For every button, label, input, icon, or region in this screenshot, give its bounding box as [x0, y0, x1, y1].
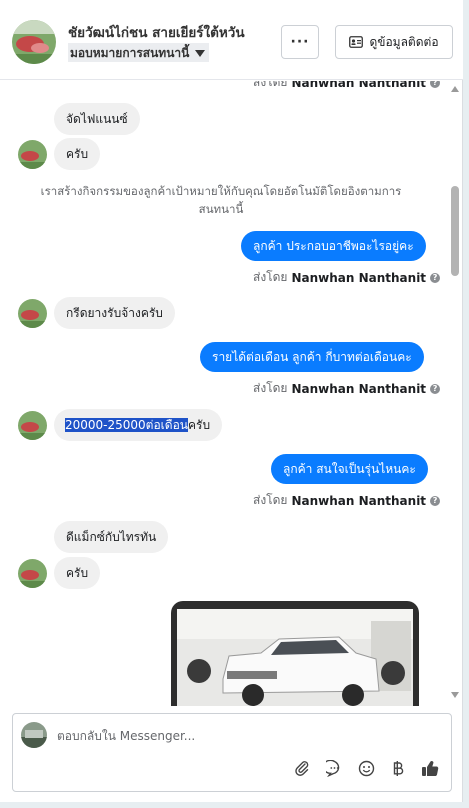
chat-bubble-icon[interactable]	[325, 759, 343, 777]
view-contact-label: ดูข้อมูลติดต่อ	[369, 34, 439, 49]
contact-name: ชัยวัฒน์ไก่ชน สายเยียร์ใต้หวัน	[68, 25, 245, 41]
scroll-up-arrow[interactable]	[451, 86, 459, 92]
message-list[interactable]: ส่งโดย Nanwhan Nanthanit ? จัดไฟแนนซ์ คร…	[0, 81, 450, 706]
outgoing-photo-message[interactable]	[171, 601, 419, 706]
sender-avatar	[18, 559, 47, 588]
reply-input[interactable]	[57, 726, 437, 746]
sent-by-label: ส่งโดย Nanwhan Nanthanit ?	[253, 379, 441, 398]
conversation-header: ชัยวัฒน์ไก่ชน สายเยียร์ใต้หวัน มอบหมายกา…	[0, 0, 463, 80]
system-message: เราสร้างกิจกรรมของลูกค้าเป้าหมายให้กับคุ…	[40, 184, 402, 216]
info-icon[interactable]: ?	[430, 272, 441, 283]
paperclip-icon[interactable]	[293, 759, 311, 777]
sender-avatar	[18, 411, 47, 440]
contact-card-icon	[349, 36, 364, 48]
info-icon[interactable]: ?	[430, 495, 441, 506]
outgoing-message[interactable]: ลูกค้า ประกอบอาชีพอะไรอยู่คะ	[241, 231, 426, 261]
view-contact-button[interactable]: ดูข้อมูลติดต่อ	[335, 25, 453, 59]
sent-by-label: ส่งโดย Nanwhan Nanthanit ?	[253, 491, 441, 510]
incoming-message[interactable]: จัดไฟแนนซ์	[54, 103, 140, 135]
contact-avatar[interactable]	[12, 20, 56, 64]
incoming-message[interactable]: ครับ	[54, 557, 101, 589]
emoji-icon[interactable]	[357, 759, 375, 777]
thumbs-up-icon[interactable]	[421, 759, 439, 777]
info-icon[interactable]: ?	[430, 81, 441, 88]
scroll-down-arrow[interactable]	[451, 692, 459, 698]
more-icon: ···	[290, 34, 310, 50]
info-icon[interactable]: ?	[430, 383, 441, 394]
outgoing-message[interactable]: ลูกค้า สนใจเป็นรุ่นไหนคะ	[271, 454, 428, 484]
sent-by-label: ส่งโดย Nanwhan Nanthanit ?	[253, 268, 441, 287]
reply-composer	[12, 713, 452, 792]
sent-by-label: ส่งโดย Nanwhan Nanthanit ?	[253, 81, 441, 92]
outgoing-message[interactable]: รายได้ต่อเดือน ลูกค้า กี่บาทต่อเดือนคะ	[200, 342, 424, 372]
sender-avatar	[18, 299, 47, 328]
composer-toolbar	[293, 759, 439, 777]
page-avatar	[21, 722, 47, 748]
selected-text[interactable]: 20000-25000ต่อเดือน	[65, 418, 188, 432]
caret-down-icon	[195, 49, 206, 57]
incoming-message[interactable]: 20000-25000ต่อเดือนครับ	[54, 409, 223, 441]
incoming-message[interactable]: ดีแม็กซ์กับไทรทัน	[54, 521, 169, 553]
baht-icon[interactable]	[389, 759, 407, 777]
incoming-message[interactable]: ครับ	[54, 138, 101, 170]
conversation-panel: ชัยวัฒน์ไก่ชน สายเยียร์ใต้หวัน มอบหมายกา…	[0, 0, 463, 802]
incoming-message[interactable]: กรีดยางรับจ้างครับ	[54, 297, 175, 329]
scrollbar-thumb[interactable]	[451, 186, 459, 276]
more-options-button[interactable]: ···	[281, 25, 319, 59]
sender-avatar	[18, 140, 47, 169]
assign-label: มอบหมายการสนทนานี้	[70, 45, 190, 60]
assign-conversation-dropdown[interactable]: มอบหมายการสนทนานี้	[68, 43, 210, 62]
